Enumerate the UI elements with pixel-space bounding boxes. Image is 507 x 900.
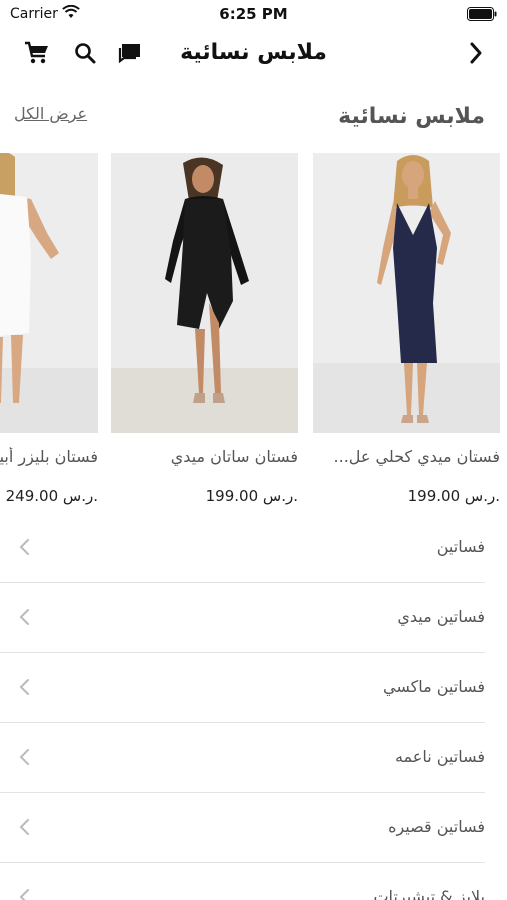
navigation-bar: ملابس نسائية: [0, 28, 507, 78]
category-row[interactable]: فساتين ميدي: [0, 583, 507, 653]
product-name: فستان ميدي كحلي عل...: [333, 447, 500, 466]
category-label: فساتين ميدي: [397, 607, 485, 626]
chevron-right-icon: [470, 42, 482, 64]
category-label: فساتين ناعمه: [394, 747, 485, 766]
category-label: فساتين قصيره: [388, 817, 485, 836]
product-card[interactable]: فستان ساتان ميدي 199.00 ر.س.: [111, 153, 298, 513]
product-image[interactable]: [0, 153, 98, 433]
chevron-left-icon: [19, 749, 29, 765]
category-row[interactable]: بلايز & تيشيرتات: [0, 863, 507, 900]
product-card[interactable]: فستان ميدي كحلي عل... 199.00 ر.س.: [313, 153, 500, 513]
battery-icon: [467, 7, 497, 21]
product-price: 199.00 ر.س.: [407, 487, 500, 505]
chevron-left-icon: [19, 889, 29, 900]
view-all-link[interactable]: عرض الكل: [14, 104, 87, 123]
section-title: ملابس نسائية: [338, 104, 485, 129]
clock: 6:25 PM: [219, 5, 288, 23]
product-price: 199.00 ر.س.: [205, 487, 298, 505]
product-image[interactable]: [111, 153, 298, 433]
section-header: ملابس نسائية عرض الكل: [0, 100, 507, 136]
black-satin-dress-image: [111, 153, 298, 433]
product-carousel[interactable]: فستان ميدي كحلي عل... 199.00 ر.س. فستان …: [0, 153, 507, 513]
category-row[interactable]: فساتين: [0, 513, 507, 583]
chevron-left-icon: [19, 819, 29, 835]
product-price: 249.00 ر.س.: [5, 487, 98, 505]
product-name: فستان ساتان ميدي: [170, 447, 298, 466]
category-label: بلايز & تيشيرتات: [373, 887, 485, 900]
nav-title: ملابس نسائية: [180, 40, 327, 65]
product-name: فستان بليزر أبيض: [0, 447, 98, 466]
chevron-left-icon: [19, 539, 29, 555]
white-blazer-dress-image: [0, 153, 98, 433]
navy-dress-image: [313, 153, 500, 433]
category-list: فساتين فساتين ميدي فساتين ماكسي فساتين ن…: [0, 513, 507, 900]
category-label: فساتين ماكسي: [382, 677, 485, 696]
product-card[interactable]: فستان بليزر أبيض 249.00 ر.س.: [0, 153, 98, 513]
category-row[interactable]: فساتين قصيره: [0, 793, 507, 863]
status-bar: Carrier 6:25 PM: [0, 0, 507, 28]
category-row[interactable]: فساتين ماكسي: [0, 653, 507, 723]
product-image[interactable]: [313, 153, 500, 433]
category-row[interactable]: فساتين ناعمه: [0, 723, 507, 793]
back-button[interactable]: [463, 40, 489, 66]
chevron-left-icon: [19, 609, 29, 625]
chevron-left-icon: [19, 679, 29, 695]
category-label: فساتين: [436, 537, 485, 556]
